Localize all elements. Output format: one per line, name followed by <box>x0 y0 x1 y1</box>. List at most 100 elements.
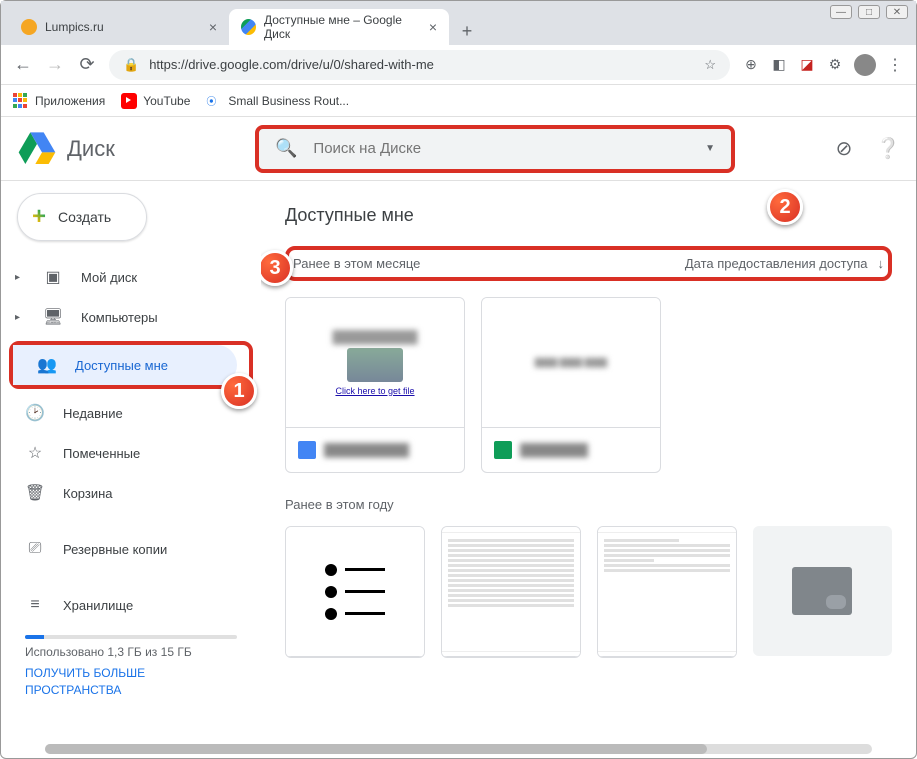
computers-icon: 🖥 <box>43 307 63 327</box>
tab-title: Доступные мне – Google Диск <box>264 13 421 41</box>
shared-icon: 👥 <box>37 355 57 375</box>
expand-arrow-icon[interactable]: ▸ <box>15 312 25 323</box>
bookmark-label: Приложения <box>35 94 105 108</box>
site-icon: ⦿ <box>206 93 222 109</box>
sidebar-item-label: Резервные копии <box>63 542 167 557</box>
annotation-callout: 3 <box>261 250 293 286</box>
storage-used-text: Использовано 1,3 ГБ из 15 ГБ <box>25 645 237 659</box>
maximize-button[interactable]: □ <box>858 5 880 19</box>
bookmark-star-icon[interactable]: ☆ <box>704 57 716 73</box>
file-thumbnail <box>286 527 424 657</box>
sidebar-item-label: Недавние <box>63 406 123 421</box>
globe-icon[interactable]: ⊕ <box>742 56 760 74</box>
sidebar-item-starred[interactable]: ☆ Помеченные <box>1 433 249 473</box>
close-window-button[interactable]: ✕ <box>886 5 908 19</box>
file-thumbnail: ████ ████ ████ <box>482 298 660 428</box>
files-grid: ██████████ Click here to get file ██████… <box>285 297 892 473</box>
sidebar-item-label: Компьютеры <box>81 310 158 325</box>
sidebar-item-recent[interactable]: 🕑 Недавние <box>1 393 249 433</box>
close-tab-icon[interactable]: × <box>209 19 217 35</box>
sidebar-item-mydrive[interactable]: ▸ ▣ Мой диск <box>1 257 249 297</box>
search-icon: 🔍 <box>275 138 297 159</box>
file-card[interactable] <box>285 526 425 658</box>
file-thumbnail <box>598 527 736 657</box>
sort-control[interactable]: Дата предоставления доступа ↓ <box>685 256 884 271</box>
sidebar-item-storage[interactable]: ≡ Хранилище <box>1 585 249 625</box>
main-content: Доступные мне Ранее в этом месяце Дата п… <box>261 181 916 758</box>
search-box[interactable]: 🔍 ▼ <box>255 125 735 173</box>
browser-tab[interactable]: Доступные мне – Google Диск × <box>229 9 449 45</box>
folder-card[interactable] <box>753 526 892 656</box>
expand-arrow-icon[interactable]: ▸ <box>15 272 25 283</box>
sidebar-item-shared[interactable]: 👥 Доступные мне <box>13 345 237 385</box>
upgrade-storage-link[interactable]: ПОЛУЧИТЬ БОЛЬШЕ ПРОСТРАНСТВА <box>25 665 237 699</box>
address-bar: ← → ⟳ 🔒 https://drive.google.com/drive/u… <box>1 45 916 85</box>
file-card[interactable] <box>597 526 737 658</box>
close-tab-icon[interactable]: × <box>429 19 437 35</box>
drive-header: Диск 🔍 ▼ ⊘ ❔ 2 <box>1 117 916 181</box>
file-thumbnail: ██████████ Click here to get file <box>286 298 464 428</box>
minimize-button[interactable]: — <box>830 5 852 19</box>
drive-logo[interactable]: Диск <box>17 129 247 169</box>
url-input[interactable]: 🔒 https://drive.google.com/drive/u/0/sha… <box>109 50 730 80</box>
thumbnail-link-text: Click here to get file <box>335 386 414 396</box>
sidebar-item-trash[interactable]: 🗑 Корзина <box>1 473 249 513</box>
plus-icon: + <box>32 203 46 231</box>
extension-icon[interactable]: ◧ <box>770 56 788 74</box>
annotation-highlight: 👥 Доступные мне 1 <box>9 341 253 389</box>
sidebar: + Создать ▸ ▣ Мой диск ▸ 🖥 Компьютеры 👥 … <box>1 181 261 758</box>
sort-direction-icon[interactable]: ↓ <box>878 256 885 271</box>
storage-info: Использовано 1,3 ГБ из 15 ГБ ПОЛУЧИТЬ БО… <box>1 625 261 703</box>
files-grid <box>285 526 892 658</box>
file-card[interactable] <box>441 526 581 658</box>
help-icon[interactable]: ❔ <box>876 137 900 161</box>
forward-button[interactable]: → <box>45 55 65 75</box>
sidebar-item-label: Помеченные <box>63 446 140 461</box>
google-sheets-icon <box>494 441 512 459</box>
horizontal-scrollbar[interactable] <box>45 744 872 754</box>
ready-offline-icon[interactable]: ⊘ <box>832 137 856 161</box>
recent-icon: 🕑 <box>25 403 45 423</box>
lock-icon: 🔒 <box>123 57 139 73</box>
annotation-callout: 1 <box>221 373 257 409</box>
drive-body: + Создать ▸ ▣ Мой диск ▸ 🖥 Компьютеры 👥 … <box>1 181 916 758</box>
profile-avatar-icon[interactable] <box>854 54 876 76</box>
bookmark-item[interactable]: ⦿ Small Business Rout... <box>206 93 349 109</box>
extension-icon[interactable]: ⚙ <box>826 56 844 74</box>
drive-logo-icon <box>17 129 57 169</box>
apps-grid-icon <box>13 93 29 109</box>
sidebar-item-backups[interactable]: ⎚ Резервные копии <box>1 529 249 569</box>
storage-icon: ≡ <box>25 596 45 614</box>
sort-label: Дата предоставления доступа <box>685 256 868 271</box>
search-input[interactable] <box>313 140 689 157</box>
new-tab-button[interactable]: + <box>453 17 481 45</box>
shared-folder-icon <box>792 567 852 615</box>
sidebar-item-computers[interactable]: ▸ 🖥 Компьютеры <box>1 297 249 337</box>
back-button[interactable]: ← <box>13 55 33 75</box>
drive-icon: ▣ <box>43 267 63 287</box>
window-controls: — □ ✕ <box>830 5 908 19</box>
annotation-callout: 2 <box>767 189 803 225</box>
browser-tab[interactable]: Lumpics.ru × <box>9 9 229 45</box>
star-icon: ☆ <box>25 443 45 463</box>
file-card[interactable]: ████ ████ ████ ████████ <box>481 297 661 473</box>
tab-title: Lumpics.ru <box>45 20 104 34</box>
extension-icon[interactable]: ◪ <box>798 56 816 74</box>
reload-button[interactable]: ⟳ <box>77 55 97 75</box>
youtube-bookmark[interactable]: YouTube <box>121 93 190 109</box>
sidebar-item-label: Корзина <box>63 486 113 501</box>
apps-bookmark[interactable]: Приложения <box>13 93 105 109</box>
url-text: https://drive.google.com/drive/u/0/share… <box>149 57 434 72</box>
favicon-icon <box>241 19 256 35</box>
youtube-icon <box>121 93 137 109</box>
search-options-dropdown-icon[interactable]: ▼ <box>705 143 715 154</box>
favicon-icon <box>21 19 37 35</box>
drive-logo-text: Диск <box>67 136 115 162</box>
file-card[interactable]: ██████████ Click here to get file ██████… <box>285 297 465 473</box>
browser-menu-icon[interactable]: ⋮ <box>886 56 904 74</box>
bookmarks-bar: Приложения YouTube ⦿ Small Business Rout… <box>1 85 916 117</box>
bookmark-label: YouTube <box>143 94 190 108</box>
section-label: Ранее в этом году <box>285 497 892 512</box>
browser-tabs-bar: Lumpics.ru × Доступные мне – Google Диск… <box>1 1 916 45</box>
create-button[interactable]: + Создать <box>17 193 147 241</box>
